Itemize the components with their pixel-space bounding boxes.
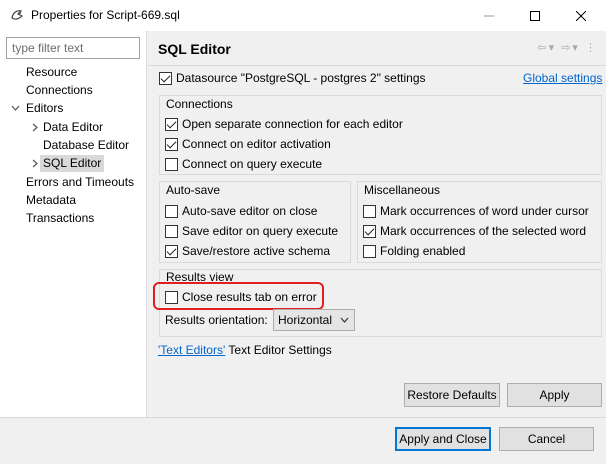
window-title: Properties for Script-669.sql: [31, 8, 180, 22]
global-settings-link[interactable]: Global settings: [523, 71, 602, 85]
apply-button[interactable]: Apply: [507, 383, 602, 407]
checkbox[interactable]: [165, 224, 178, 238]
app-icon: [10, 8, 24, 22]
chevron-down-icon[interactable]: [11, 100, 21, 117]
footer-separator: [0, 417, 606, 418]
checkbox-label: Open separate connection for each editor: [182, 117, 403, 131]
checkbox[interactable]: [363, 204, 376, 218]
checkbox-label: Connect on query execute: [182, 157, 323, 171]
chevron-down-icon[interactable]: ▾: [572, 42, 580, 54]
chevron-right-icon[interactable]: [30, 155, 40, 172]
restore-defaults-button[interactable]: Restore Defaults: [404, 383, 500, 407]
datasource-settings-checkbox[interactable]: Datasource "PostgreSQL - postgres 2" set…: [159, 69, 426, 87]
folding-enabled-checkbox[interactable]: Folding enabled: [363, 242, 465, 260]
checkbox-label: Mark occurrences of the selected word: [380, 224, 587, 238]
checkbox-label: Folding enabled: [380, 244, 466, 258]
save-on-query-checkbox[interactable]: Save editor on query execute: [165, 222, 338, 240]
page-nav-icons[interactable]: ⇦▾ ⇨▾ ⋮: [537, 41, 598, 54]
checkbox[interactable]: [165, 290, 178, 304]
select-value: Horizontal: [278, 313, 333, 327]
tree-item-database-editor[interactable]: Database Editor: [43, 137, 129, 154]
miscellaneous-group-label: Miscellaneous: [364, 183, 441, 197]
checkbox-label: Close results tab on error: [182, 290, 317, 304]
maximize-icon[interactable]: [512, 0, 558, 31]
close-results-on-error-checkbox[interactable]: Close results tab on error: [165, 288, 317, 306]
tree-item-resource[interactable]: Resource: [26, 64, 77, 81]
tree-item-errors-timeouts[interactable]: Errors and Timeouts: [26, 174, 134, 191]
connect-on-activation-checkbox[interactable]: Connect on editor activation: [165, 135, 331, 153]
title-bar: Properties for Script-669.sql: [0, 0, 606, 31]
page-header: SQL Editor ⇦▾ ⇨▾ ⋮: [148, 31, 606, 65]
save-restore-schema-checkbox[interactable]: Save/restore active schema: [165, 242, 330, 260]
text-editors-row: 'Text Editors' Text Editor Settings: [158, 343, 332, 357]
tree-item-sql-editor[interactable]: SQL Editor: [40, 155, 105, 172]
checkbox[interactable]: [159, 71, 172, 85]
text-editors-link[interactable]: 'Text Editors': [158, 343, 225, 357]
filter-input[interactable]: [6, 37, 140, 59]
preferences-tree-pane: Resource Connections Editors Data Editor…: [0, 31, 147, 417]
results-orientation-label: Results orientation:: [165, 313, 268, 327]
tree-item-metadata[interactable]: Metadata: [26, 192, 76, 209]
chevron-down-icon[interactable]: ▾: [549, 42, 557, 54]
back-icon[interactable]: ⇦: [537, 42, 548, 54]
checkbox[interactable]: [363, 224, 376, 238]
checkbox[interactable]: [165, 204, 178, 218]
tree-item-transactions[interactable]: Transactions: [26, 210, 94, 227]
checkbox-label: Mark occurrences of word under cursor: [380, 204, 589, 218]
autosave-group-label: Auto-save: [166, 183, 221, 197]
checkbox[interactable]: [165, 117, 178, 131]
checkbox-label: Datasource "PostgreSQL - postgres 2" set…: [176, 71, 426, 85]
autosave-on-close-checkbox[interactable]: Auto-save editor on close: [165, 202, 317, 220]
checkbox-label: Save/restore active schema: [182, 244, 331, 258]
checkbox-label: Connect on editor activation: [182, 137, 331, 151]
minimize-icon[interactable]: [466, 0, 512, 31]
close-icon[interactable]: [558, 0, 604, 31]
checkbox[interactable]: [165, 137, 178, 151]
checkbox-label: Auto-save editor on close: [182, 204, 318, 218]
results-orientation-select[interactable]: Horizontal: [273, 309, 355, 331]
tree-item-editors[interactable]: Editors: [26, 100, 63, 117]
connect-on-query-checkbox[interactable]: Connect on query execute: [165, 155, 322, 173]
checkbox[interactable]: [363, 244, 376, 258]
checkbox-label: Save editor on query execute: [182, 224, 339, 238]
forward-icon[interactable]: ⇨: [561, 42, 572, 54]
mark-occurrences-cursor-checkbox[interactable]: Mark occurrences of word under cursor: [363, 202, 589, 220]
tree-item-data-editor[interactable]: Data Editor: [43, 119, 103, 136]
mark-occurrences-selected-checkbox[interactable]: Mark occurrences of the selected word: [363, 222, 586, 240]
menu-icon[interactable]: ⋮: [585, 42, 598, 54]
open-separate-connection-checkbox[interactable]: Open separate connection for each editor: [165, 115, 403, 133]
chevron-right-icon[interactable]: [30, 119, 40, 136]
apply-and-close-button[interactable]: Apply and Close: [395, 427, 491, 451]
chevron-down-icon: [340, 313, 349, 330]
tree-item-connections[interactable]: Connections: [26, 82, 93, 99]
checkbox[interactable]: [165, 244, 178, 258]
header-separator: [148, 65, 606, 66]
text-editors-suffix: Text Editor Settings: [225, 343, 332, 357]
page-title: SQL Editor: [158, 41, 231, 57]
checkbox[interactable]: [165, 157, 178, 171]
cancel-button[interactable]: Cancel: [499, 427, 594, 451]
connections-group-label: Connections: [166, 97, 233, 111]
